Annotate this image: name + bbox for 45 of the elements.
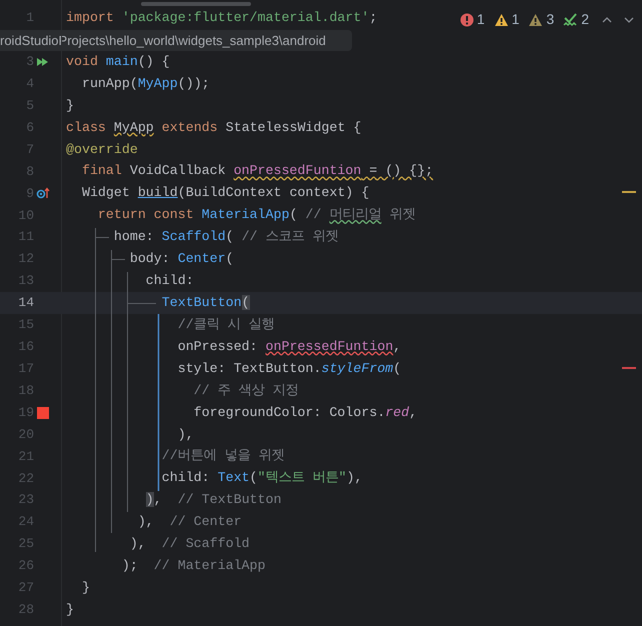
code-line: Widget build(BuildContext context) { (80, 184, 370, 202)
code-line: runApp(MyApp()); (80, 74, 210, 93)
code-line: } (65, 96, 74, 115)
code-line: body: Center( (128, 250, 234, 268)
code-line: //버튼에 넣을 위젯 (160, 447, 285, 466)
code-line: return const MaterialApp( // 머티리얼 위젯 (96, 206, 416, 224)
inspection-counter[interactable]: 2 (563, 9, 589, 30)
warning-icon (494, 12, 509, 26)
code-line: final VoidCallback onPressedFuntion = () {}; (80, 162, 434, 180)
code-line: ), // TextButton (144, 491, 282, 510)
code-line: ), (176, 426, 194, 444)
code-line: ), // Scaffold (128, 535, 250, 554)
run-icon[interactable] (36, 56, 50, 67)
scrollbar[interactable] (141, 2, 251, 6)
error-icon (460, 12, 474, 26)
inspection-counter[interactable]: 1 (494, 9, 520, 30)
inspection-counter[interactable]: 1 (460, 9, 485, 30)
chevron-up-icon[interactable] (602, 16, 612, 22)
chevron-down-icon[interactable] (624, 16, 634, 22)
path-tooltip: roidStudioProjects\hello_world\widgets_sample3\android (0, 30, 352, 51)
code-line: style: TextButton.styleFrom( (176, 360, 402, 378)
code-line: class MyApp extends StatelessWidget { (65, 118, 362, 137)
typo-check-icon (563, 12, 578, 26)
color-swatch[interactable] (37, 406, 49, 419)
line-number: 14 (17, 294, 34, 312)
code-line: ); // MaterialApp (120, 557, 266, 576)
error-stripe-mark[interactable] (622, 191, 636, 194)
code-line: TextButton( (160, 294, 250, 312)
code-line: onPressed: onPressedFuntion, (176, 338, 402, 356)
code-line: child: (144, 272, 194, 290)
code-line: import 'package:flutter/material.dart'; (65, 8, 378, 27)
code-line: ), // Center (136, 513, 242, 532)
error-stripe-mark[interactable] (622, 366, 636, 369)
inspection-counter[interactable]: 3 (528, 9, 554, 30)
code-line: home: Scaffold( // 스코프 위젯 (112, 228, 338, 246)
code-line: @override (65, 140, 138, 159)
code-line: // 주 색상 지정 (192, 382, 299, 400)
override-icon[interactable] (36, 187, 50, 200)
code-line: //클릭 시 실행 (176, 316, 275, 334)
warning-icon (528, 12, 544, 26)
code-line: } (65, 600, 74, 619)
code-line: void main() { (65, 52, 170, 71)
code-line: child: Text("텍스트 버튼"), (160, 469, 362, 488)
code-line: foregroundColor: Colors.red, (192, 404, 418, 422)
code-line: } (80, 578, 90, 597)
